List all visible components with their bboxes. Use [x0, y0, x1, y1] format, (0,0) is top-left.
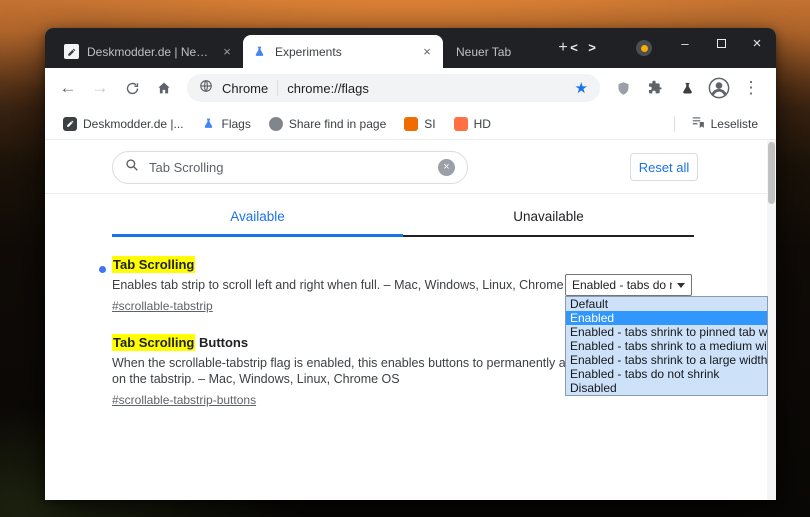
- desktop-wallpaper: Deskmodder.de | News, Tipps × Experiment…: [0, 0, 810, 517]
- flag-entry-tab-scrolling: Tab Scrolling Enables tab strip to scrol…: [112, 256, 612, 315]
- tab-label: Neuer Tab: [456, 44, 512, 59]
- option-enabled-large-width[interactable]: Enabled - tabs shrink to a large width: [566, 353, 767, 367]
- flag-description: Enables tab strip to scroll left and rig…: [112, 278, 586, 292]
- option-enabled-pinned-width[interactable]: Enabled - tabs shrink to pinned tab widt…: [566, 325, 767, 339]
- search-icon: [125, 158, 139, 177]
- bookmark-flags[interactable]: Flags: [194, 112, 259, 136]
- home-button[interactable]: [149, 73, 179, 103]
- experiments-flask-icon: [252, 44, 267, 59]
- reset-all-button[interactable]: Reset all: [630, 153, 698, 181]
- share-find-icon: [268, 116, 283, 131]
- tab-unavailable[interactable]: Unavailable: [403, 200, 694, 237]
- bookmark-star-icon[interactable]: ★: [569, 79, 594, 97]
- flag-title-rest: Buttons: [195, 335, 249, 350]
- flag-title-highlight: Tab Scrolling: [112, 256, 196, 273]
- reading-list-label: Leseliste: [710, 116, 758, 131]
- search-row-divider: [45, 193, 776, 194]
- tab-close-icon[interactable]: ×: [220, 44, 234, 59]
- option-enabled-medium-width[interactable]: Enabled - tabs shrink to a medium width: [566, 339, 767, 353]
- bookmark-label: Deskmodder.de |...: [83, 116, 184, 131]
- flag-title: Tab Scrolling: [112, 256, 612, 273]
- browser-window: Deskmodder.de | News, Tipps × Experiment…: [45, 28, 776, 500]
- site-label: Chrome: [222, 80, 269, 96]
- tab-label: Experiments: [275, 44, 342, 59]
- back-button[interactable]: ←: [53, 73, 83, 103]
- status-dot: [640, 44, 648, 52]
- minimize-button[interactable]: –: [667, 28, 703, 58]
- chevron-down-icon: [677, 282, 685, 288]
- flag-title-highlight: Tab Scrolling: [112, 334, 196, 351]
- tab-label: Deskmodder.de | News, Tipps: [87, 44, 212, 59]
- reading-list-icon: [691, 115, 705, 132]
- flags-search-box[interactable]: ×: [112, 151, 468, 184]
- flag-permalink[interactable]: #scrollable-tabstrip-buttons: [112, 393, 256, 407]
- reading-list-button[interactable]: Leseliste: [683, 112, 766, 136]
- tab-neuer-tab[interactable]: Neuer Tab: [447, 35, 543, 68]
- tab-scroll-right-button[interactable]: >: [585, 40, 599, 55]
- forward-button[interactable]: →: [85, 73, 115, 103]
- tab-scroll-left-button[interactable]: <: [567, 40, 581, 55]
- tab-experiments-active[interactable]: Experiments ×: [243, 35, 443, 68]
- si-favicon-icon: [404, 116, 419, 131]
- extension-shield-icon[interactable]: [608, 73, 638, 103]
- flag-modified-dot: [99, 266, 106, 273]
- bookmarks-divider: [673, 115, 675, 132]
- bookmark-hd[interactable]: HD: [446, 112, 499, 136]
- bookmark-label: SI: [424, 116, 436, 131]
- select-options-list: Default Enabled Enabled - tabs shrink to…: [565, 296, 768, 396]
- flag-entry-tab-scrolling-buttons: Tab Scrolling Buttons When the scrollabl…: [112, 334, 604, 409]
- bookmark-label: Share find in page: [288, 116, 387, 131]
- flag-description: When the scrollable-tabstrip flag is ena…: [112, 356, 598, 386]
- flags-tab-strip: Available Unavailable: [112, 200, 694, 237]
- url-text[interactable]: chrome://flags: [287, 81, 568, 96]
- deskmodder-favicon-icon: [64, 44, 79, 59]
- flag-title: Tab Scrolling Buttons: [112, 334, 604, 351]
- clear-search-icon[interactable]: ×: [438, 159, 455, 176]
- bookmark-deskmodder[interactable]: Deskmodder.de |...: [55, 112, 192, 136]
- maximize-button[interactable]: [703, 28, 739, 58]
- bookmark-share-find-in-page[interactable]: Share find in page: [261, 112, 394, 136]
- flags-flask-icon: [202, 117, 216, 131]
- flags-page: × Reset all Available Unavailable Tab Sc…: [45, 140, 776, 500]
- option-enabled[interactable]: Enabled: [566, 311, 767, 325]
- deskmodder-bookmark-icon: [63, 116, 77, 131]
- bookmarks-bar: Deskmodder.de |... Flags Share find in p…: [45, 108, 776, 140]
- navigation-toolbar: ← → Chrome chrome://flags ★ ⋮: [45, 68, 776, 108]
- page-scrollbar[interactable]: [767, 140, 776, 500]
- search-input[interactable]: [149, 160, 428, 175]
- omnibox-separator: [277, 80, 279, 96]
- bookmark-label: HD: [473, 116, 491, 131]
- flag-permalink[interactable]: #scrollable-tabstrip: [112, 299, 213, 313]
- tab-close-icon[interactable]: ×: [420, 44, 434, 59]
- bookmark-label: Flags: [221, 116, 251, 131]
- site-info-globe-icon[interactable]: [199, 79, 213, 98]
- option-disabled[interactable]: Disabled: [566, 381, 767, 395]
- menu-icon[interactable]: ⋮: [736, 73, 766, 103]
- bookmark-si[interactable]: SI: [396, 112, 443, 136]
- flag-select-dropdown[interactable]: Enabled - tabs do not: [565, 274, 692, 296]
- status-indicator-icon[interactable]: [636, 40, 652, 56]
- tab-available[interactable]: Available: [112, 200, 403, 237]
- select-value: Enabled - tabs do not: [572, 278, 672, 292]
- extensions-puzzle-icon[interactable]: [640, 73, 670, 103]
- hd-favicon-icon: [453, 116, 468, 131]
- maximize-icon: [716, 38, 726, 48]
- titlebar: Deskmodder.de | News, Tipps × Experiment…: [45, 28, 776, 68]
- tab-deskmodder[interactable]: Deskmodder.de | News, Tipps ×: [55, 35, 243, 68]
- address-bar[interactable]: Chrome chrome://flags ★: [187, 74, 600, 102]
- close-window-button[interactable]: ×: [739, 28, 775, 58]
- option-default[interactable]: Default: [566, 297, 767, 311]
- flask-extension-icon[interactable]: [672, 73, 702, 103]
- option-enabled-no-shrink[interactable]: Enabled - tabs do not shrink: [566, 367, 767, 381]
- reload-button[interactable]: [117, 73, 147, 103]
- scrollbar-thumb[interactable]: [768, 142, 775, 204]
- profile-avatar[interactable]: [704, 73, 734, 103]
